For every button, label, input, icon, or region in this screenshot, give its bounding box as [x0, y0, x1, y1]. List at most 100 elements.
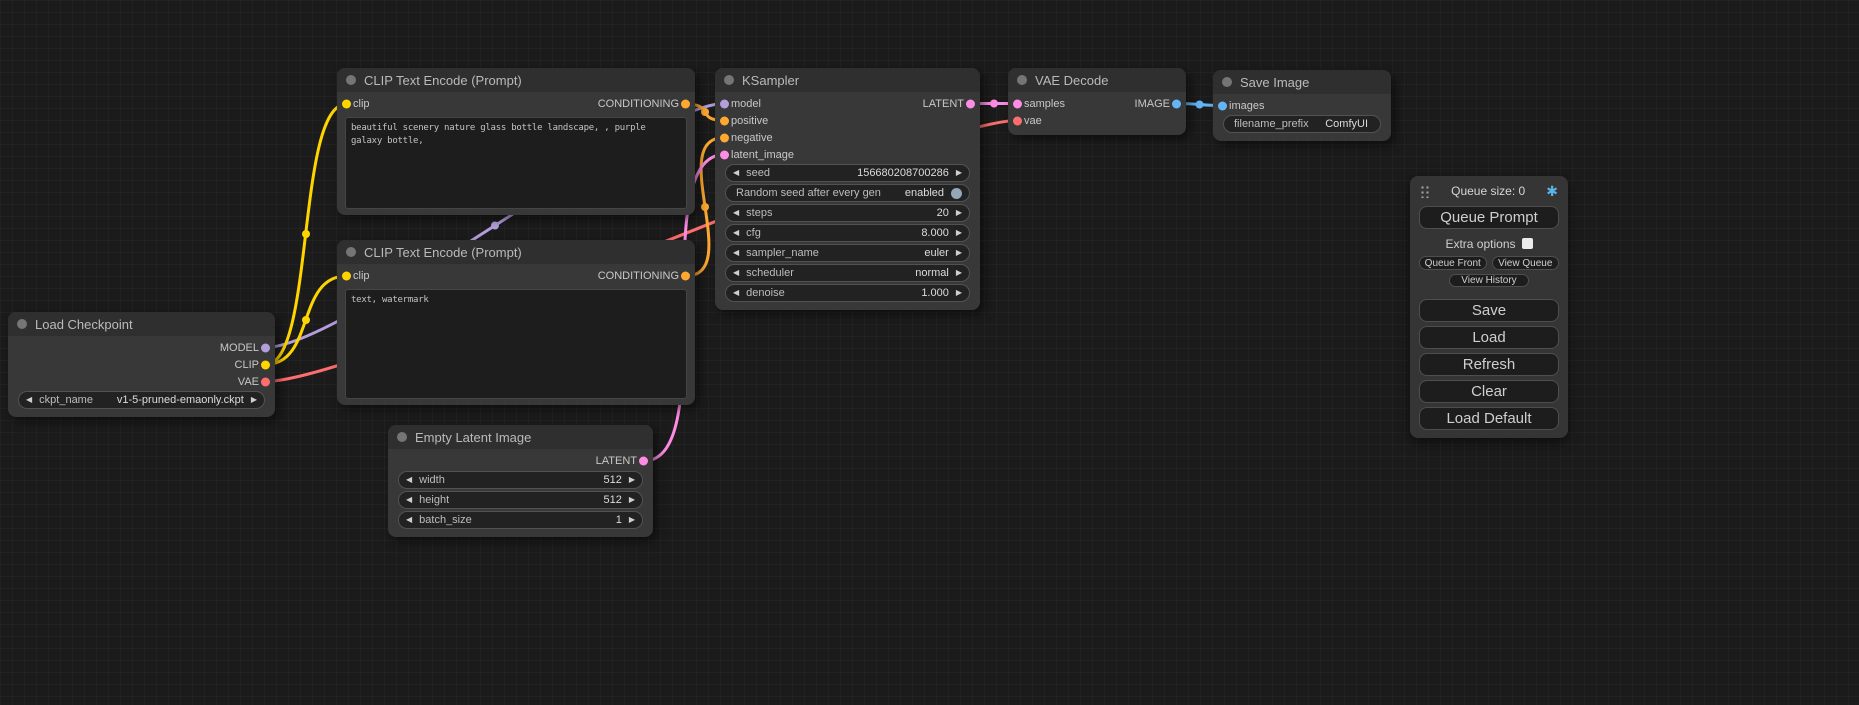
increment-arrow-icon[interactable]: ▶	[629, 476, 635, 484]
increment-arrow-icon[interactable]: ▶	[956, 209, 962, 217]
node-save-image[interactable]: Save Image images filename_prefix ComfyU…	[1213, 70, 1391, 141]
increment-arrow-icon[interactable]: ▶	[956, 169, 962, 177]
input-dot-positive[interactable]	[720, 116, 729, 125]
widget-batch-size[interactable]: ◀ batch_size 1 ▶	[398, 511, 643, 529]
collapse-dot-icon[interactable]	[346, 75, 356, 85]
input-dot-vae[interactable]	[1013, 116, 1022, 125]
refresh-button[interactable]: Refresh	[1419, 353, 1559, 376]
collapse-dot-icon[interactable]	[346, 247, 356, 257]
output-dot-clip[interactable]	[261, 360, 270, 369]
node-header[interactable]: Load Checkpoint	[8, 312, 275, 336]
decrement-arrow-icon[interactable]: ◀	[733, 289, 739, 297]
widget-scheduler[interactable]: ◀ scheduler normal ▶	[725, 264, 970, 282]
slot-row: MODEL	[8, 339, 275, 356]
widget-steps[interactable]: ◀ steps 20 ▶	[725, 204, 970, 222]
decrement-arrow-icon[interactable]: ◀	[26, 396, 32, 404]
link-midpoint-dot	[302, 230, 310, 238]
node-vae-decode[interactable]: VAE Decode samples IMAGE vae	[1008, 68, 1186, 135]
decrement-arrow-icon[interactable]: ◀	[406, 496, 412, 504]
node-title: KSampler	[742, 73, 799, 88]
settings-gear-icon[interactable]: ✱	[1546, 184, 1558, 198]
link-midpoint-dot	[701, 203, 709, 211]
save-button[interactable]: Save	[1419, 299, 1559, 322]
comfyui-canvas[interactable]: { "slot_colors": { "MODEL": "#B39DDB", "…	[0, 0, 1859, 705]
output-dot-image[interactable]	[1172, 99, 1181, 108]
collapse-dot-icon[interactable]	[397, 432, 407, 442]
widget-name: seed	[746, 167, 770, 179]
widget-value: 512	[603, 474, 621, 486]
prompt-textarea[interactable]: beautiful scenery nature glass bottle la…	[345, 117, 687, 209]
widget-width[interactable]: ◀ width 512 ▶	[398, 471, 643, 489]
widget-ckpt-name[interactable]: ◀ ckpt_name v1-5-pruned-emaonly.ckpt ▶	[18, 391, 265, 409]
link-midpoint-dot	[701, 108, 709, 116]
queue-front-button[interactable]: Queue Front	[1419, 256, 1487, 270]
node-header[interactable]: VAE Decode	[1008, 68, 1186, 92]
increment-arrow-icon[interactable]: ▶	[956, 249, 962, 257]
widget-sampler-name[interactable]: ◀ sampler_name euler ▶	[725, 244, 970, 262]
node-header[interactable]: CLIP Text Encode (Prompt)	[337, 240, 695, 264]
increment-arrow-icon[interactable]: ▶	[956, 269, 962, 277]
input-dot-latent-image[interactable]	[720, 150, 729, 159]
collapse-dot-icon[interactable]	[1222, 77, 1232, 87]
decrement-arrow-icon[interactable]: ◀	[733, 229, 739, 237]
decrement-arrow-icon[interactable]: ◀	[733, 209, 739, 217]
slot-row: LATENT	[388, 452, 653, 470]
widget-value: euler	[924, 247, 948, 259]
decrement-arrow-icon[interactable]: ◀	[406, 476, 412, 484]
increment-arrow-icon[interactable]: ▶	[956, 289, 962, 297]
increment-arrow-icon[interactable]: ▶	[629, 496, 635, 504]
widget-height[interactable]: ◀ height 512 ▶	[398, 491, 643, 509]
node-clip-text-encode-negative[interactable]: CLIP Text Encode (Prompt) clip CONDITION…	[337, 240, 695, 405]
drag-handle-icon[interactable]	[1420, 184, 1430, 198]
decrement-arrow-icon[interactable]: ◀	[406, 516, 412, 524]
increment-arrow-icon[interactable]: ▶	[629, 516, 635, 524]
widget-random-seed-toggle[interactable]: Random seed after every gen enabled	[725, 184, 970, 202]
output-dot-model[interactable]	[261, 343, 270, 352]
slot-row: clip CONDITIONING	[337, 267, 695, 285]
node-clip-text-encode-positive[interactable]: CLIP Text Encode (Prompt) clip CONDITION…	[337, 68, 695, 215]
increment-arrow-icon[interactable]: ▶	[956, 229, 962, 237]
prompt-textarea[interactable]: text, watermark	[345, 289, 687, 399]
input-dot-images[interactable]	[1218, 101, 1227, 110]
node-header[interactable]: CLIP Text Encode (Prompt)	[337, 68, 695, 92]
input-label-positive: positive	[731, 115, 768, 127]
output-dot-conditioning[interactable]	[681, 272, 690, 281]
increment-arrow-icon[interactable]: ▶	[251, 396, 257, 404]
node-header[interactable]: Empty Latent Image	[388, 425, 653, 449]
input-dot-model[interactable]	[720, 99, 729, 108]
decrement-arrow-icon[interactable]: ◀	[733, 249, 739, 257]
extra-options-checkbox[interactable]	[1522, 238, 1533, 249]
output-dot-vae[interactable]	[261, 377, 270, 386]
input-dot-samples[interactable]	[1013, 99, 1022, 108]
widget-seed[interactable]: ◀ seed 156680208700286 ▶	[725, 164, 970, 182]
node-header[interactable]: Save Image	[1213, 70, 1391, 94]
input-dot-clip[interactable]	[342, 100, 351, 109]
output-label-conditioning: CONDITIONING	[598, 270, 679, 282]
view-history-button[interactable]: View History	[1449, 274, 1529, 287]
node-header[interactable]: KSampler	[715, 68, 980, 92]
widget-denoise[interactable]: ◀ denoise 1.000 ▶	[725, 284, 970, 302]
output-dot-latent[interactable]	[966, 99, 975, 108]
load-button[interactable]: Load	[1419, 326, 1559, 349]
node-empty-latent-image[interactable]: Empty Latent Image LATENT ◀ width 512 ▶ …	[388, 425, 653, 537]
load-default-button[interactable]: Load Default	[1419, 407, 1559, 430]
decrement-arrow-icon[interactable]: ◀	[733, 169, 739, 177]
widget-filename-prefix[interactable]: filename_prefix ComfyUI	[1223, 115, 1381, 133]
node-title: Load Checkpoint	[35, 317, 133, 332]
node-ksampler[interactable]: KSampler model LATENT positive negative …	[715, 68, 980, 310]
decrement-arrow-icon[interactable]: ◀	[733, 269, 739, 277]
output-dot-conditioning[interactable]	[681, 100, 690, 109]
input-dot-clip[interactable]	[342, 272, 351, 281]
view-queue-button[interactable]: View Queue	[1492, 256, 1560, 270]
queue-prompt-button[interactable]: Queue Prompt	[1419, 206, 1559, 229]
collapse-dot-icon[interactable]	[1017, 75, 1027, 85]
input-dot-negative[interactable]	[720, 133, 729, 142]
widget-cfg[interactable]: ◀ cfg 8.000 ▶	[725, 224, 970, 242]
collapse-dot-icon[interactable]	[17, 319, 27, 329]
collapse-dot-icon[interactable]	[724, 75, 734, 85]
output-dot-latent[interactable]	[639, 457, 648, 466]
node-load-checkpoint[interactable]: Load Checkpoint MODEL CLIP VAE ◀ ckpt_na…	[8, 312, 275, 417]
clear-button[interactable]: Clear	[1419, 380, 1559, 403]
toggle-dot-icon[interactable]	[951, 188, 962, 199]
widget-name: ckpt_name	[39, 394, 93, 406]
